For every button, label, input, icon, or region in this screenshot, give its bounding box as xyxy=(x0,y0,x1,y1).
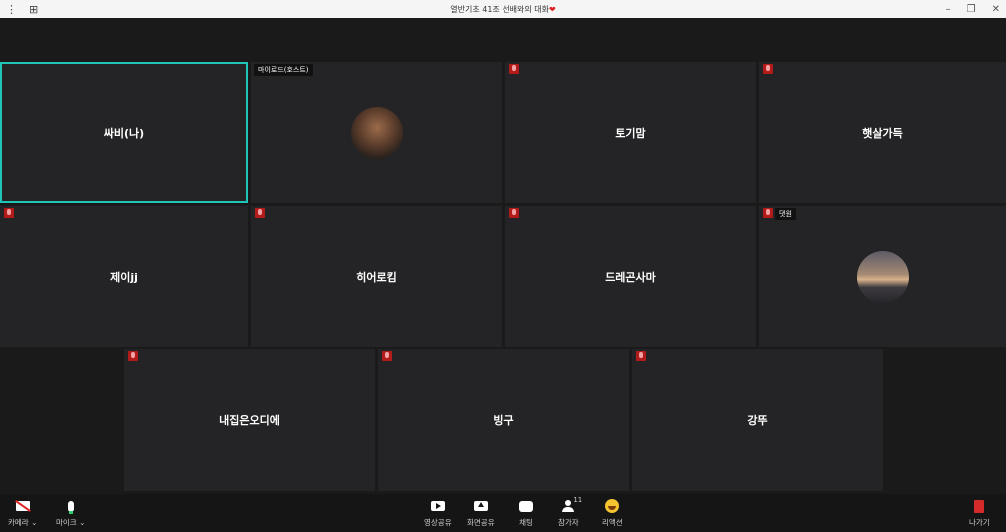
mic-muted-icon xyxy=(4,208,14,218)
chevron-down-icon: ⌄ xyxy=(31,518,38,527)
participant-name: 강뚜 xyxy=(747,414,768,427)
mic-button[interactable]: 마이크 ⌄ xyxy=(56,498,85,528)
chat-button[interactable]: 채팅 xyxy=(518,498,534,528)
mic-muted-icon xyxy=(509,64,519,74)
screen-share-button[interactable]: 화면공유 xyxy=(467,498,495,528)
chevron-down-icon: ⌄ xyxy=(79,518,86,527)
mic-muted-icon xyxy=(509,208,519,218)
participant-tile[interactable]: 댓원 xyxy=(759,206,1006,347)
leave-button[interactable]: 나가기 xyxy=(969,498,990,528)
mic-muted-icon xyxy=(763,208,773,218)
emoji-icon xyxy=(605,499,620,513)
participant-tile[interactable]: 햇살가득 xyxy=(759,62,1006,203)
reaction-button[interactable]: 리액션 xyxy=(602,498,623,528)
minimize-icon[interactable]: – xyxy=(946,4,951,15)
host-name-tag: 마이로드(호스트) xyxy=(254,64,313,76)
video-grid: 싸비(나) 마이로드(호스트) 토기맘 햇살가득 제이jj 히어로킴 드레곤사마… xyxy=(0,18,1006,494)
participant-tile[interactable]: 강뚜 xyxy=(632,349,883,491)
participant-tile[interactable]: 마이로드(호스트) xyxy=(251,62,502,203)
meeting-toolbar: 카메라 ⌄ 마이크 ⌄ 영상공유 화면공유 채팅 11 참가자 리액션 나가기 xyxy=(0,494,1006,532)
participant-name: 토기맘 xyxy=(615,126,646,140)
window-title: 열반기초 41조 선배와의 대화❤ xyxy=(450,5,556,14)
participant-name: 싸비(나) xyxy=(103,126,145,140)
participant-tile[interactable]: 싸비(나) xyxy=(0,62,248,203)
participant-name: 빙구 xyxy=(493,414,514,427)
participant-tile[interactable]: 히어로킴 xyxy=(251,206,502,347)
participant-name: 내집은오디에 xyxy=(219,414,280,427)
participant-tile[interactable]: 드레곤사마 xyxy=(505,206,756,347)
mic-muted-icon xyxy=(128,351,138,361)
video-share-button[interactable]: 영상공유 xyxy=(424,498,452,528)
participant-tile[interactable]: 내집은오디에 xyxy=(124,349,375,491)
participants-button[interactable]: 11 참가자 xyxy=(558,496,583,528)
participant-avatar xyxy=(350,106,403,159)
participant-avatar xyxy=(856,250,909,303)
participant-tile[interactable]: 토기맘 xyxy=(505,62,756,203)
camera-button[interactable]: 카메라 ⌄ xyxy=(8,498,37,528)
video-share-icon xyxy=(430,501,445,511)
participant-name: 히어로킴 xyxy=(356,270,397,284)
mic-muted-icon xyxy=(382,351,392,361)
title-bar: ⋮ ⊞ 열반기초 41조 선배와의 대화❤ – ❐ ✕ xyxy=(0,0,1006,18)
participant-name: 제이jj xyxy=(110,270,138,284)
exit-door-icon xyxy=(974,499,985,513)
close-icon[interactable]: ✕ xyxy=(992,4,1000,15)
mic-muted-icon xyxy=(763,64,773,74)
participant-tile[interactable]: 빙구 xyxy=(378,349,629,491)
mic-muted-icon xyxy=(255,208,265,218)
heart-icon: ❤ xyxy=(549,5,556,14)
mic-muted-icon xyxy=(636,351,646,361)
camera-off-icon xyxy=(15,501,30,511)
participant-tile[interactable]: 제이jj xyxy=(0,206,248,347)
participant-name: 햇살가득 xyxy=(862,126,903,140)
mic-icon xyxy=(67,500,74,514)
restore-icon[interactable]: ❐ xyxy=(967,4,976,15)
screen-share-icon xyxy=(473,501,488,511)
participant-name: 드레곤사마 xyxy=(605,270,656,284)
participants-count: 11 xyxy=(573,496,583,504)
chat-icon xyxy=(519,500,533,512)
participant-name-tag: 댓원 xyxy=(775,208,796,220)
